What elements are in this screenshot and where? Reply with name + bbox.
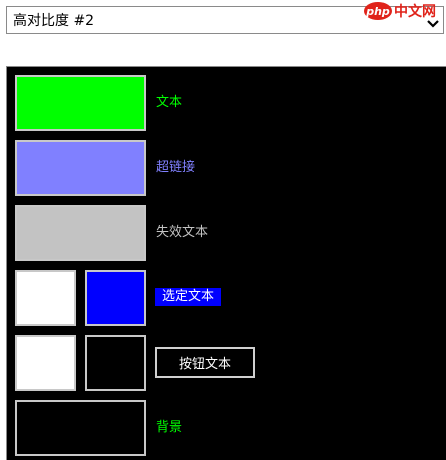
selected-text-bg-swatch[interactable] xyxy=(85,270,146,326)
chevron-down-icon xyxy=(427,20,439,28)
disabled-text-color-swatch[interactable] xyxy=(15,205,146,261)
hyperlink-label: 超链接 xyxy=(156,160,196,175)
selected-text-label: 选定文本 xyxy=(155,288,222,306)
background-label: 背景 xyxy=(156,420,183,435)
background-color-swatch[interactable] xyxy=(15,400,146,456)
text-label: 文本 xyxy=(156,95,183,110)
hyperlink-color-swatch[interactable] xyxy=(15,140,146,196)
text-color-swatch[interactable] xyxy=(15,75,146,131)
theme-dropdown[interactable]: 高对比度 #2 xyxy=(6,6,444,34)
disabled-text-label: 失效文本 xyxy=(156,225,209,240)
theme-dropdown-value: 高对比度 #2 xyxy=(13,13,95,29)
button-text-label: 按钮文本 xyxy=(178,357,231,372)
button-text-bg-swatch[interactable] xyxy=(85,335,146,391)
button-text-preview: 按钮文本 xyxy=(155,347,255,378)
selected-text-fg-swatch[interactable] xyxy=(15,270,76,326)
high-contrast-settings: 高对比度 #2 php 中文网 文本 超链接 失效文本 选定文本 按钮文本 背景 xyxy=(0,0,446,460)
color-preview-panel: 文本 超链接 失效文本 选定文本 按钮文本 背景 xyxy=(6,66,446,460)
button-text-fg-swatch[interactable] xyxy=(15,335,76,391)
